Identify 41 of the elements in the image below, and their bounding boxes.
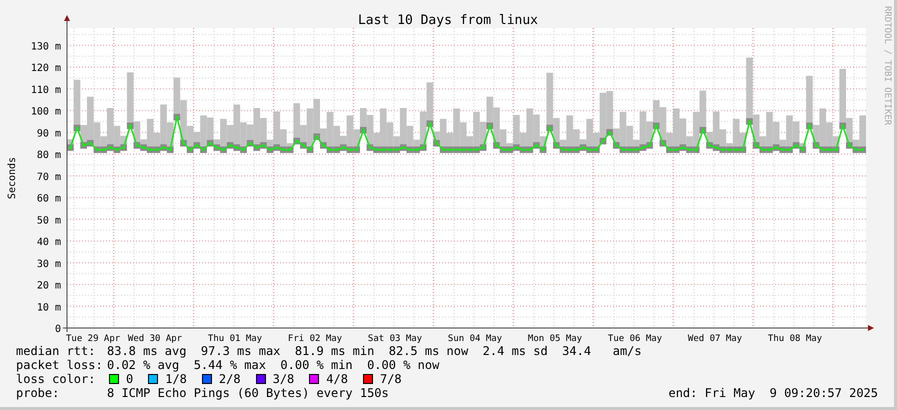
y-tick-label: 70 m [36, 172, 61, 183]
chart-title: Last 10 Days from linux [358, 13, 538, 28]
y-tick-label: 80 m [36, 150, 61, 162]
credit-text: RRDTOOL / TOBI OETIKER [882, 6, 892, 126]
x-tick-label: Tue 29 Apr [66, 334, 120, 344]
y-tick-label: 110 m [30, 84, 61, 96]
x-tick-label: Wed 07 May [688, 334, 742, 344]
y-tick-label: 100 m [30, 106, 61, 118]
x-tick-label: Fri 02 May [288, 334, 342, 344]
loss-color-label: 1/8 [165, 372, 187, 386]
loss-color-label: 3/8 [272, 372, 294, 386]
loss-color-label: 2/8 [218, 372, 241, 386]
x-tick-label: Wed 30 Apr [128, 334, 182, 344]
legend-label: loss color: [16, 372, 96, 386]
packet-loss-stats: 0.02 % avg 5.44 % max 0.00 % min 0.00 % now [107, 358, 440, 372]
loss-color-label: 7/8 [380, 372, 402, 386]
x-tick-label: Thu 08 May [768, 334, 822, 344]
loss-color-label: 0 [126, 372, 134, 386]
x-tick-label: Sat 03 May [368, 334, 422, 344]
legend-label: packet loss: [16, 358, 104, 372]
y-tick-label: 20 m [36, 280, 61, 292]
y-tick-label: 40 m [36, 237, 61, 248]
x-tick-label: Tue 06 May [608, 334, 662, 344]
y-tick-label: 30 m [36, 258, 61, 270]
y-tick-label: 120 m [30, 63, 61, 74]
median-rtt-stats: 83.8 ms avg 97.3 ms max 81.9 ms min 82.5 ms now 2.4 ms sd 34.4 am/s [107, 344, 642, 358]
y-tick-label: 60 m [36, 194, 61, 205]
y-tick-label: 50 m [36, 215, 61, 226]
y-tick-label: 130 m [30, 41, 61, 52]
x-tick-label: Mon 05 May [528, 334, 582, 344]
loss-color-label: 4/8 [326, 372, 348, 386]
y-axis-label: Seconds [7, 156, 18, 200]
y-tick-label: 90 m [36, 128, 61, 140]
probe-description: 8 ICMP Echo Pings (60 Bytes) every 150s [107, 386, 389, 400]
y-tick-label: 10 m [36, 302, 61, 314]
legend-label: probe: [16, 386, 60, 400]
end-time: end: Fri May 9 09:20:57 2025 [668, 386, 878, 400]
x-tick-label: Sun 04 May [448, 334, 502, 344]
x-tick-label: Thu 01 May [208, 334, 262, 344]
legend-label: median rtt: [16, 344, 96, 358]
y-tick-label: 0 [54, 324, 61, 335]
